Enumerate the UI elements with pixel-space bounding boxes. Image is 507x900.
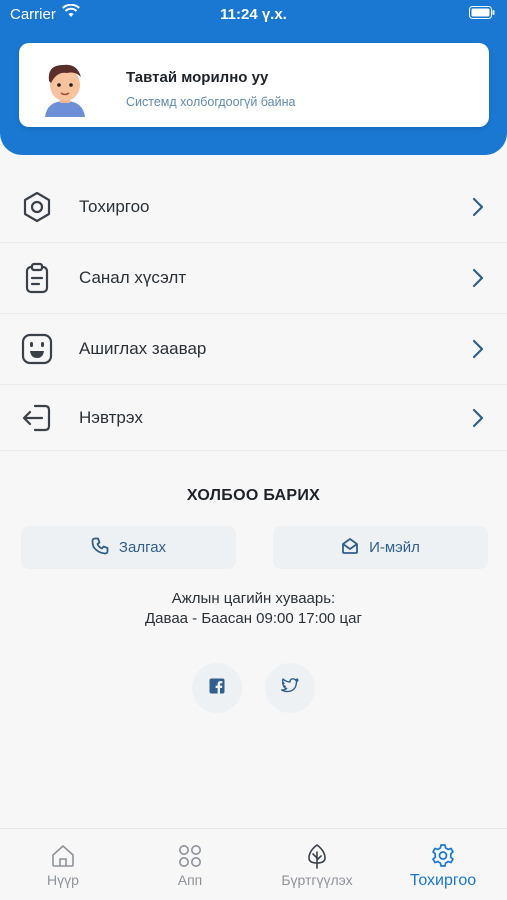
contact-title: ХОЛБОО БАРИХ	[186, 487, 321, 504]
tab-label: Нүүр	[47, 872, 79, 888]
menu-item-login[interactable]: Нэвтрэх	[0, 385, 507, 451]
tab-register[interactable]: Бүртгүүлэх	[254, 829, 380, 900]
apps-grid-icon	[177, 843, 203, 869]
hexagon-settings-icon	[20, 190, 54, 224]
welcome-title: Тавтай морилно уу	[126, 69, 269, 86]
tab-bar: Нүүр Апп Бүртгүүлэх Тохиргоо	[0, 828, 507, 900]
tab-home[interactable]: Нүүр	[0, 829, 126, 900]
chevron-right-icon	[471, 408, 485, 428]
status-bar: Carrier 11:24 ү.х.	[0, 0, 507, 30]
chevron-right-icon	[471, 268, 485, 288]
tree-icon	[304, 843, 330, 869]
settings-menu: Тохиргоо Санал хүсэлт Ашиглах заавар Нэв…	[0, 172, 507, 451]
chevron-right-icon	[471, 339, 485, 359]
gear-icon	[430, 843, 456, 869]
menu-item-label: Ашиглах заавар	[79, 339, 207, 358]
tab-label: Бүртгүүлэх	[281, 872, 353, 888]
tab-apps[interactable]: Апп	[127, 829, 253, 900]
facebook-button[interactable]	[192, 663, 242, 713]
tab-settings[interactable]: Тохиргоо	[380, 829, 506, 900]
menu-item-settings[interactable]: Тохиргоо	[0, 172, 507, 243]
avatar	[37, 57, 93, 117]
tab-label: Апп	[177, 872, 203, 888]
tab-label: Тохиргоо	[409, 872, 477, 889]
facebook-icon	[209, 678, 225, 699]
phone-icon	[91, 537, 109, 559]
clipboard-icon	[20, 261, 54, 295]
working-hours-value: Даваа - Баасан 09:00 17:00 цаг	[145, 610, 362, 627]
twitter-button[interactable]	[265, 663, 315, 713]
chevron-right-icon	[471, 197, 485, 217]
menu-item-feedback[interactable]: Санал хүсэлт	[0, 243, 507, 314]
welcome-card[interactable]: Тавтай морилно уу Системд холбогдоогүй б…	[19, 43, 489, 127]
menu-item-label: Санал хүсэлт	[79, 268, 187, 287]
status-time: 11:24 ү.х.	[220, 6, 287, 23]
menu-item-label: Тохиргоо	[79, 197, 150, 216]
battery-icon	[469, 6, 495, 23]
menu-item-guide[interactable]: Ашиглах заавар	[0, 314, 507, 385]
email-button[interactable]: И-мэйл	[273, 526, 488, 569]
menu-item-label: Нэвтрэх	[79, 407, 143, 427]
working-hours-label: Ажлын цагийн хуваарь:	[171, 590, 336, 607]
mail-open-icon	[341, 537, 359, 559]
email-label: И-мэйл	[369, 539, 420, 556]
twitter-icon	[280, 678, 299, 698]
login-icon	[20, 401, 54, 435]
call-label: Залгах	[118, 539, 167, 556]
call-button[interactable]: Залгах	[21, 526, 236, 569]
home-icon	[50, 843, 76, 869]
smiley-icon	[20, 332, 54, 366]
welcome-subtitle: Системд холбогдоогүй байна	[126, 95, 296, 109]
